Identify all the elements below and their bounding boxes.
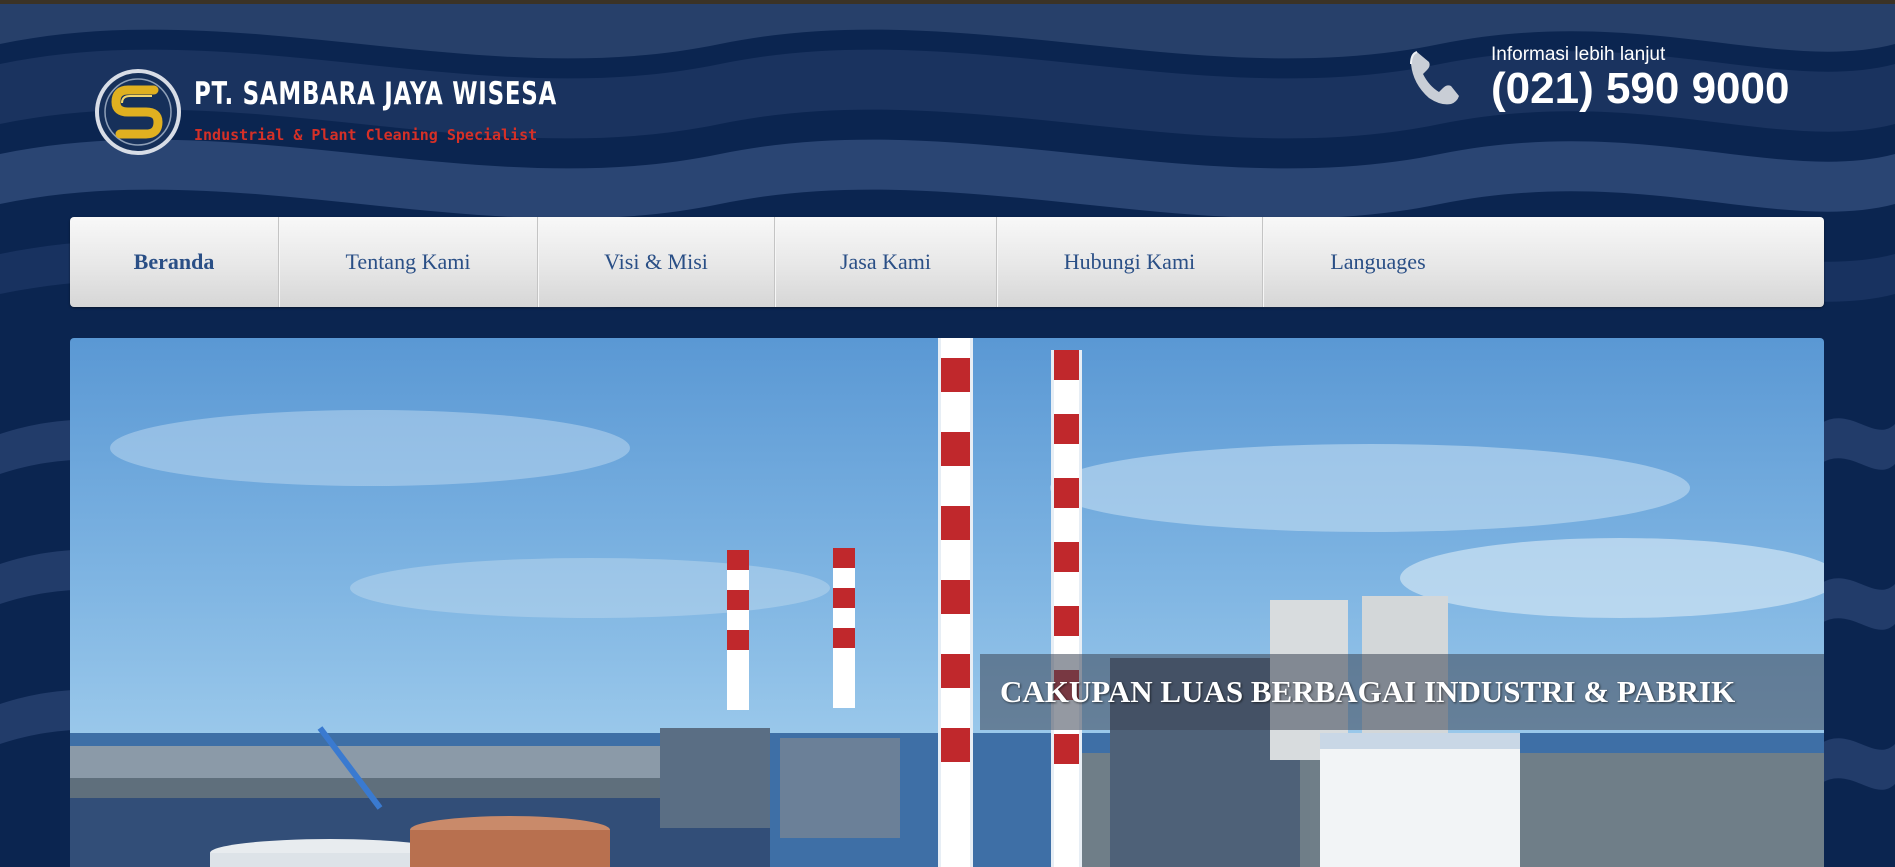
nav-item-hubungi-kami[interactable]: Hubungi Kami: [997, 217, 1263, 307]
hero-caption-box: CAKUPAN LUAS BERBAGAI INDUSTRI & PABRIK: [980, 654, 1824, 730]
hero-caption: CAKUPAN LUAS BERBAGAI INDUSTRI & PABRIK: [1000, 674, 1736, 709]
nav-item-languages[interactable]: Languages: [1263, 217, 1493, 307]
contact-phone-number[interactable]: (021) 590 9000: [1491, 64, 1789, 114]
hero-slider[interactable]: CAKUPAN LUAS BERBAGAI INDUSTRI & PABRIK: [70, 338, 1824, 867]
company-tagline: Industrial & Plant Cleaning Specialist: [194, 126, 538, 144]
nav-item-tentang-kami[interactable]: Tentang Kami: [279, 217, 538, 307]
company-logo[interactable]: PT. SAMBARA JAYA WISESA Industrial & Pla…: [94, 66, 556, 166]
hero-image: [70, 338, 1824, 867]
nav-item-visi-misi[interactable]: Visi & Misi: [538, 217, 775, 307]
logo-emblem-icon: [95, 69, 181, 155]
main-navigation: Beranda Tentang Kami Visi & Misi Jasa Ka…: [70, 217, 1824, 307]
nav-item-beranda[interactable]: Beranda: [70, 217, 279, 307]
contact-info: Informasi lebih lanjut (021) 590 9000: [1403, 40, 1823, 120]
company-name: PT. SAMBARA JAYA WISESA: [194, 76, 558, 112]
phone-icon: [1410, 51, 1459, 105]
contact-label: Informasi lebih lanjut: [1491, 44, 1666, 65]
nav-item-jasa-kami[interactable]: Jasa Kami: [775, 217, 997, 307]
